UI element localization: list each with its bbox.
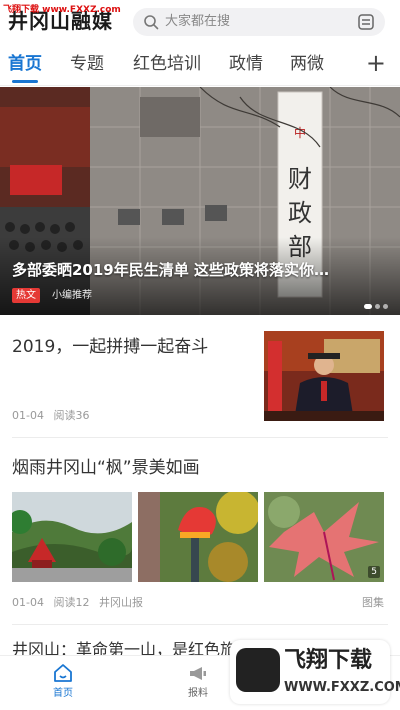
scan-icon[interactable] bbox=[357, 13, 375, 31]
gallery-meta: 01-04 阅读12 井冈山报 bbox=[12, 594, 149, 610]
gallery-image[interactable]: 5 bbox=[264, 492, 384, 582]
tab-home[interactable]: 首页 bbox=[8, 53, 42, 75]
tab-red-training[interactable]: 红色培训 bbox=[133, 53, 201, 75]
search-icon bbox=[144, 15, 159, 30]
banner-photo: 中 财 政 部 bbox=[0, 87, 400, 315]
svg-text:财: 财 bbox=[288, 165, 312, 193]
banner-carousel[interactable]: 中 财 政 部 多部委晒2019年民生清单 这些政策将落实你… 热文 小编推荐 bbox=[0, 87, 400, 315]
gallery-title[interactable]: 烟雨井冈山“枫”景美如画 bbox=[12, 456, 200, 480]
news-title[interactable]: 2019，一起拼搏一起奋斗 bbox=[12, 335, 208, 359]
banner-source: 小编推荐 bbox=[52, 290, 92, 301]
nav-report[interactable]: 报料 bbox=[168, 662, 228, 700]
carousel-indicator bbox=[361, 294, 388, 313]
nav-home[interactable]: 首页 bbox=[33, 662, 93, 700]
search-placeholder: 大家都在搜 bbox=[165, 14, 231, 29]
nav-report-label: 报料 bbox=[188, 688, 208, 699]
feed-divider bbox=[12, 437, 388, 438]
news-thumbnail[interactable] bbox=[264, 331, 384, 421]
torch-sculpture-photo bbox=[138, 492, 258, 582]
news-reads: 阅读36 bbox=[53, 409, 90, 422]
hot-tag: 热文 bbox=[12, 288, 40, 303]
news-meta: 01-04 阅读36 bbox=[12, 407, 95, 423]
home-icon bbox=[54, 664, 72, 682]
watermark-text: 飞翔下载 www.FXXZ.com bbox=[3, 5, 121, 15]
image-count: 5 bbox=[368, 566, 380, 578]
gallery-type-label: 图集 bbox=[362, 596, 384, 609]
maple-leaf-photo bbox=[264, 492, 384, 582]
gallery-item[interactable]: 烟雨井冈山“枫”景美如画 5 01-04 阅读12 井冈山报 图集 bbox=[0, 440, 400, 620]
news-item[interactable]: 2019，一起拼搏一起奋斗 01-04 阅读36 bbox=[0, 315, 400, 435]
news-date: 01-04 bbox=[12, 409, 44, 422]
tab-politics[interactable]: 政情 bbox=[229, 53, 263, 75]
site-url: WWW.FXXZ.COM bbox=[284, 680, 400, 695]
tab-weibo-wechat[interactable]: 两微 bbox=[290, 53, 324, 75]
site-logo-icon bbox=[236, 648, 280, 692]
carousel-dot bbox=[375, 304, 380, 309]
gallery-reads: 阅读12 bbox=[53, 596, 90, 609]
speech-photo bbox=[264, 331, 384, 421]
svg-text:政: 政 bbox=[288, 199, 312, 227]
site-name: 飞翔下载 bbox=[284, 648, 373, 673]
banner-headline[interactable]: 多部委晒2019年民生清单 这些政策将落实你… bbox=[12, 259, 388, 280]
add-tab-icon[interactable]: + bbox=[366, 50, 386, 76]
feed-divider bbox=[12, 624, 388, 625]
gallery-image[interactable] bbox=[12, 492, 132, 582]
search-bar[interactable]: 大家都在搜 bbox=[133, 8, 385, 36]
category-tabs: 首页 专题 红色培训 政情 两微 + bbox=[0, 44, 400, 86]
carousel-dot bbox=[383, 304, 388, 309]
nav-home-label: 首页 bbox=[53, 688, 73, 699]
gallery-image[interactable] bbox=[138, 492, 258, 582]
megaphone-icon bbox=[190, 667, 206, 680]
download-site-badge: 飞翔下载 WWW.FXXZ.COM bbox=[230, 640, 400, 704]
hillside-photo bbox=[12, 492, 132, 582]
active-tab-indicator bbox=[12, 80, 38, 83]
tab-topics[interactable]: 专题 bbox=[70, 53, 104, 75]
carousel-dot bbox=[364, 304, 372, 309]
gallery-source: 井冈山报 bbox=[98, 596, 143, 609]
gallery-date: 01-04 bbox=[12, 596, 44, 609]
